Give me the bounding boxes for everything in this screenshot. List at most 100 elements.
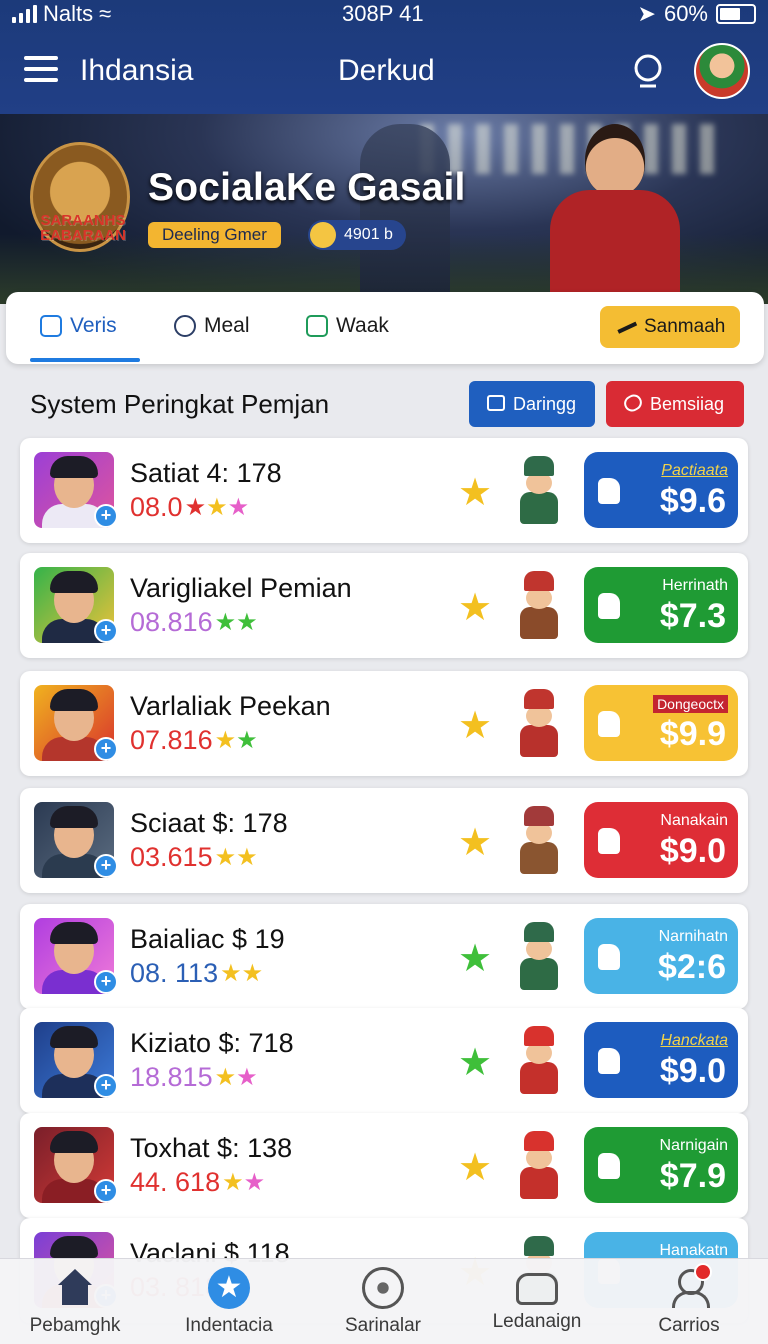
tab-veris[interactable]: Veris <box>40 314 117 338</box>
price-amount: $7.3 <box>659 597 726 635</box>
price-button[interactable]: Narnigain $7.9 <box>584 1127 738 1203</box>
notification-dot <box>694 1263 712 1281</box>
home-tag-icon <box>40 315 62 337</box>
hero-tag-chip[interactable]: Deeling Gmer <box>148 222 281 248</box>
wifi-icon: ≈ <box>99 1 112 26</box>
price-button[interactable]: Narnihatn $2:6 <box>584 918 738 994</box>
player-score: 18.815 ★ ★ <box>130 1062 258 1093</box>
score-value: 07.816 <box>130 725 213 755</box>
add-friend-icon[interactable]: + <box>94 737 118 761</box>
daringg-button[interactable]: Daringg <box>469 381 595 427</box>
bottom-navigation: Pebamghk ★ Indentacia Sarinalar Ledanaig… <box>0 1258 768 1344</box>
mascot-character <box>510 806 566 876</box>
player-row[interactable]: + Sciaat $: 178 03.615 ★ ★ ★ Nanakain $9.0 <box>20 788 748 893</box>
favorite-star-icon[interactable]: ★ <box>458 824 492 862</box>
mini-star-icon: ★ <box>227 493 250 521</box>
carrier: Nalts ≈ <box>12 1 111 27</box>
add-friend-icon[interactable]: + <box>94 854 118 878</box>
add-friend-icon[interactable]: + <box>94 970 118 994</box>
thumbs-up-icon <box>598 1048 620 1074</box>
player-row[interactable]: + Toxhat $: 138 44. 618 ★ ★ ★ Narnigain $7.9 <box>20 1113 748 1218</box>
mascot-character <box>510 456 566 526</box>
favorite-star-icon[interactable]: ★ <box>458 1149 492 1187</box>
status-bar: Nalts ≈ 308P 41 ➤ 60% <box>0 0 768 26</box>
mini-star-icon: ★ <box>214 843 237 871</box>
mini-star-icon: ★ <box>206 493 228 521</box>
mascot-character <box>510 1131 566 1201</box>
hero-title: SocialaKe Gasail <box>148 166 466 209</box>
player-row[interactable]: + Varigliakel Pemian 08.816 ★ ★ ★ Herrinath $7.… <box>20 553 748 658</box>
active-tab-indicator <box>30 358 140 362</box>
favorite-star-icon[interactable]: ★ <box>458 474 492 512</box>
mascot-character <box>510 1026 566 1096</box>
nav-sarinalar[interactable]: Sarinalar <box>308 1267 458 1337</box>
page-title: Derkud <box>338 54 435 87</box>
price-button[interactable]: Dongeoctx $9.9 <box>584 685 738 761</box>
mascot-character <box>510 689 566 759</box>
nav-ledanaign[interactable]: Ledanaign <box>462 1267 612 1333</box>
chat-icon <box>516 1273 558 1305</box>
ball-icon <box>362 1267 404 1309</box>
tab-meal[interactable]: Meal <box>174 314 250 338</box>
battery-percent: 60% <box>663 1 708 26</box>
nav-label: Carrios <box>658 1315 720 1336</box>
player-name: Satiat 4: 178 <box>130 458 282 488</box>
trend-icon <box>614 316 638 334</box>
thumbs-up-icon <box>598 944 620 970</box>
mini-star-icon: ★ <box>214 726 237 754</box>
player-name: Baialiac $ 19 <box>130 924 285 954</box>
price-label: Narnigain <box>659 1137 728 1154</box>
nav-carrios[interactable]: Carrios <box>614 1263 764 1337</box>
price-button[interactable]: Herrinath $7.3 <box>584 567 738 643</box>
favorite-star-icon[interactable]: ★ <box>458 707 492 745</box>
add-friend-icon[interactable]: + <box>94 1179 118 1203</box>
menu-icon[interactable] <box>24 56 58 82</box>
price-label: Dongeoctx <box>653 695 728 713</box>
player-name: Varigliakel Pemian <box>130 573 352 603</box>
nav-indentacia[interactable]: ★ Indentacia <box>154 1267 304 1337</box>
mini-star-icon: ★ <box>236 726 258 754</box>
player-row[interactable]: + Satiat 4: 178 08.0 ★ ★ ★ ★ Pactiaata $9.6 <box>20 438 748 543</box>
badge-text: SARAANHS EABARAAN <box>40 212 126 244</box>
square-icon <box>306 315 328 337</box>
mascot-character <box>510 922 566 992</box>
favorite-star-icon[interactable]: ★ <box>458 940 492 978</box>
player-score: 08. 113 ★ ★ <box>130 958 263 989</box>
user-avatar[interactable] <box>694 43 750 99</box>
price-label: Hanckata <box>660 1032 728 1049</box>
tab-label: Meal <box>204 314 250 337</box>
price-button[interactable]: Pactiaata $9.6 <box>584 452 738 528</box>
score-value: 18.815 <box>130 1062 213 1092</box>
nav-home[interactable]: Pebamghk <box>0 1267 150 1337</box>
sanmaah-button[interactable]: Sanmaah <box>600 306 740 348</box>
tab-bar: Veris Meal Waak Sanmaah <box>6 292 764 364</box>
calendar-icon <box>487 395 505 411</box>
search-icon[interactable] <box>630 52 668 90</box>
price-amount: $7.9 <box>659 1157 726 1195</box>
hero-points-chip[interactable]: 4901 b <box>308 220 406 250</box>
hero-banner: SARAANHS EABARAAN SocialaKe Gasail Deeli… <box>0 114 768 304</box>
add-friend-icon[interactable]: + <box>94 504 118 528</box>
price-label: Nanakain <box>660 812 728 829</box>
hero-player <box>540 124 690 304</box>
player-row[interactable]: + Kiziato $: 718 18.815 ★ ★ ★ Hanckata $9.0 <box>20 1008 748 1113</box>
tab-label: Waak <box>336 314 389 337</box>
player-row[interactable]: + Baialiac $ 19 08. 113 ★ ★ ★ Narnihatn $2:6 <box>20 904 748 1009</box>
price-button[interactable]: Hanckata $9.0 <box>584 1022 738 1098</box>
section-title: System Peringkat Pemjan <box>30 389 330 419</box>
price-label: Pactiaata <box>661 462 728 479</box>
mini-star-icon: ★ <box>184 493 207 521</box>
mini-star-icon: ★ <box>236 1063 258 1091</box>
player-score: 08.816 ★ ★ <box>130 607 258 638</box>
favorite-star-icon[interactable]: ★ <box>458 589 492 627</box>
price-button[interactable]: Nanakain $9.0 <box>584 802 738 878</box>
tab-waak[interactable]: Waak <box>306 314 389 338</box>
profile-icon <box>668 1263 712 1309</box>
add-friend-icon[interactable]: + <box>94 1074 118 1098</box>
add-friend-icon[interactable]: + <box>94 619 118 643</box>
rating-stars: ★ ★ ★ <box>184 493 250 521</box>
favorite-star-icon[interactable]: ★ <box>458 1044 492 1082</box>
player-row[interactable]: + Varlaliak Peekan 07.816 ★ ★ ★ Dongeoctx $9.9 <box>20 671 748 776</box>
star-icon: ★ <box>208 1267 250 1309</box>
bemsiiag-button[interactable]: Bemsiiag <box>606 381 744 427</box>
